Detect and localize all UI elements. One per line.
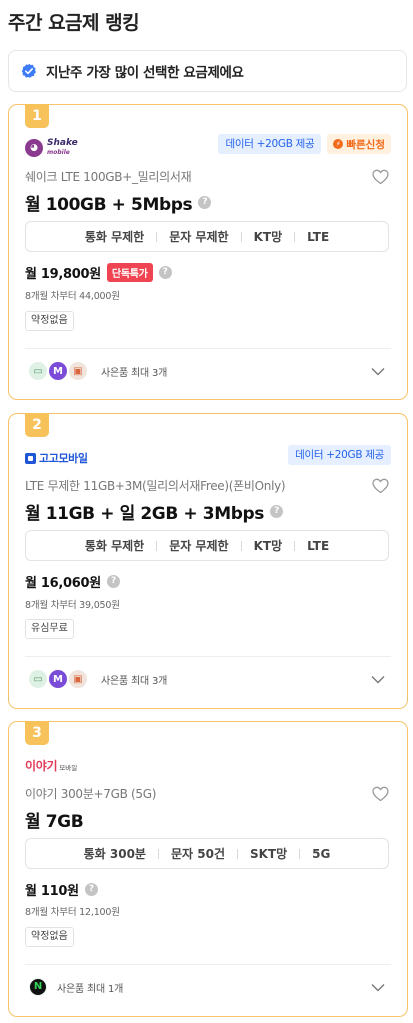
plan-name: LTE 무제한 11GB+3M(밀리의서재Free)(폰비Only) [25,479,286,493]
divider [25,656,391,657]
gift-cash-icon: ▭ [27,668,49,690]
fast-apply-badge: ⚡ 빠른신청 [327,134,391,154]
heart-icon[interactable] [372,478,389,494]
bolt-icon: ⚡ [333,139,344,149]
gift-naverpay-icon: N [27,976,49,998]
exclusive-badge: 단독특가 [106,263,153,282]
chevron-down-icon[interactable] [371,675,385,684]
price-line: 월 19,800원 단독특가 ? [25,263,172,282]
spec-network: KT망 [253,230,283,244]
after-price: 8개월 차부터 39,050원 [25,600,120,611]
monthly-price: 월 19,800원 [25,267,101,282]
gift-cash-icon: ▭ [27,360,49,382]
after-price: 8개월 차부터 12,100원 [25,907,120,918]
plan-card-2[interactable]: 2 고고모바일 데이터 +20GB 제공 LTE 무제한 11GB+3M(밀리의… [8,413,408,709]
spec-network: SKT망 [249,847,288,861]
spec-summary: 통화 300분 문자 50건 SKT망 5G [25,838,389,869]
gifts-label: 사은품 최대 3개 [101,367,168,379]
rank-badge: 2 [25,413,49,437]
plan-name: 이야기 300분+7GB (5G) [25,787,157,801]
plan-card-3[interactable]: 3 이야기 모바일 이야기 300분+7GB (5G) 월 7GB 통화 300분… [8,721,408,1017]
data-bonus-badge: 데이터 +20GB 제공 [218,134,322,154]
spec-network: KT망 [253,539,283,553]
gifts-row[interactable]: ▭ M ▣ 사은품 최대 3개 [27,360,167,382]
gifts-label: 사은품 최대 1개 [57,983,124,995]
spec-type: 5G [312,846,331,861]
spec-type: LTE [307,229,330,244]
help-icon[interactable]: ? [158,266,172,279]
help-icon[interactable]: ? [270,505,283,518]
spec-call: 통화 무제한 [84,539,145,553]
chevron-down-icon[interactable] [371,983,385,992]
carrier-logo-gogo: 고고모바일 [25,449,88,467]
sim-tag: 유심무료 [25,619,74,639]
spec-call: 통화 300분 [83,847,146,861]
check-badge-icon [21,63,36,78]
divider [25,964,391,965]
gifts-row[interactable]: N 사은품 최대 1개 [27,976,123,998]
monthly-price: 월 110원 [25,884,79,899]
heart-icon[interactable] [372,786,389,802]
badge-group: 데이터 +20GB 제공 [288,445,391,465]
divider [25,348,391,349]
data-bonus-badge: 데이터 +20GB 제공 [288,445,391,465]
help-icon[interactable]: ? [106,575,120,588]
gogo-logo-icon [25,452,36,464]
rank-badge: 1 [25,104,49,128]
heart-icon[interactable] [372,169,389,185]
notice-text: 지난주 가장 많이 선택한 요금제에요 [46,65,244,81]
plan-card-1[interactable]: 1 ◕ Shake mobile 데이터 +20GB 제공 ⚡ 빠른신청 쉐이크 L… [8,104,408,400]
spec-sms: 문자 50건 [170,847,225,861]
gift-millie-icon: M [47,360,69,382]
page-title: 주간 요금제 랭킹 [8,12,140,34]
contract-tag: 약정없음 [25,927,74,947]
plan-title: 월 7GB [25,812,84,832]
gift-box-icon: ▣ [67,668,89,690]
spec-summary: 통화 무제한 문자 무제한 KT망 LTE [25,221,389,252]
help-icon[interactable]: ? [84,883,98,896]
carrier-logo-shake: ◕ Shake mobile [25,139,78,157]
chevron-down-icon[interactable] [371,367,385,376]
spec-call: 통화 무제한 [84,230,145,244]
plan-title: 월 100GB + 5Mbps? [25,190,212,215]
gifts-label: 사은품 최대 3개 [101,675,168,687]
spec-summary: 통화 무제한 문자 무제한 KT망 LTE [25,530,389,561]
notice-banner: 지난주 가장 많이 선택한 요금제에요 [8,50,407,92]
gift-millie-icon: M [47,668,69,690]
plan-name: 쉐이크 LTE 100GB+_밀리의서재 [25,170,192,184]
shake-logo-icon: ◕ [25,139,43,157]
badge-group: 데이터 +20GB 제공 ⚡ 빠른신청 [218,134,391,154]
spec-sms: 문자 무제한 [169,539,229,553]
spec-type: LTE [307,538,330,553]
after-price: 8개월 차부터 44,000원 [25,291,120,302]
price-line: 월 110원 ? [25,880,98,899]
rank-badge: 3 [25,721,49,745]
gift-box-icon: ▣ [67,360,89,382]
contract-tag: 약정없음 [25,311,74,331]
price-line: 월 16,060원 ? [25,572,120,591]
help-icon[interactable]: ? [198,196,212,209]
plan-title: 월 11GB + 일 2GB + 3Mbps? [25,499,283,524]
plan-ranking-page: 주간 요금제 랭킹 지난주 가장 많이 선택한 요금제에요 1 ◕ Shake m… [0,0,413,1023]
spec-sms: 문자 무제한 [169,230,229,244]
gifts-row[interactable]: ▭ M ▣ 사은품 최대 3개 [27,668,167,690]
monthly-price: 월 16,060원 [25,576,101,591]
carrier-logo-iyagi: 이야기 모바일 [25,758,78,773]
